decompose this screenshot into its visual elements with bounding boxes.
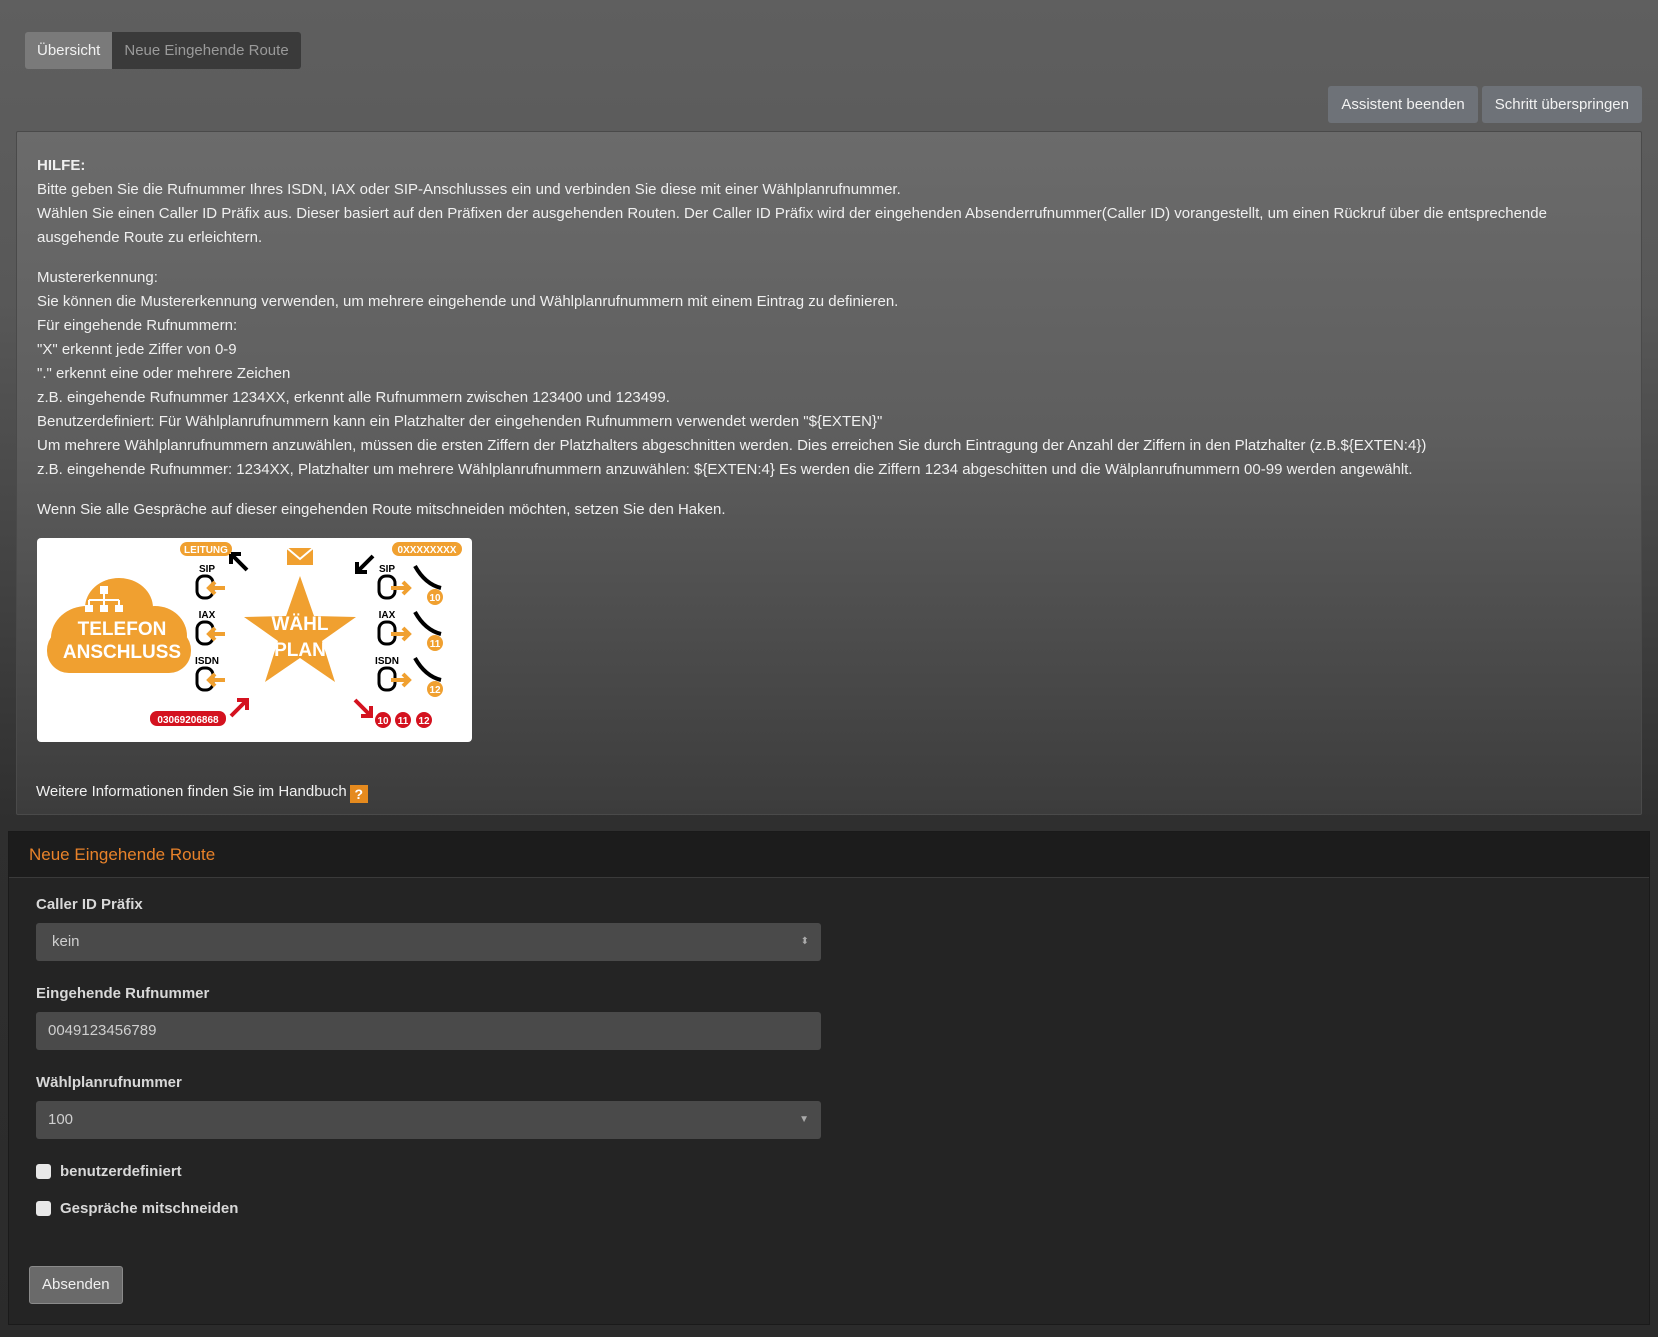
incoming-number-input[interactable]: 0049123456789 [36,1012,821,1050]
chevron-down-icon: ▼ [799,1114,809,1125]
star-label-1: WÄHL [272,614,329,635]
protocol-label: ISDN [195,656,219,667]
pattern-badge-label: 0XXXXXXXX [398,545,457,556]
number-badge-label: 03069206868 [157,715,219,726]
pattern-line: Um mehrere Wählplanrufnummern anzuwählen… [37,437,1427,454]
help-title: HILFE: [37,157,86,174]
help-panel: HILFE: Bitte geben Sie die Rufnummer Ihr… [16,131,1642,815]
record-checkbox[interactable] [36,1201,51,1216]
svg-text:11: 11 [398,716,409,727]
svg-text:11: 11 [430,639,441,650]
arrow-down-right-icon [353,698,373,718]
leitung-label: LEITUNG [184,545,228,556]
help-intro-line: Bitte geben Sie die Rufnummer Ihres ISDN… [37,181,901,198]
tab-overview[interactable]: Übersicht [25,32,113,69]
envelope-icon [286,547,314,565]
incoming-number-placeholder: 0049123456789 [48,1022,157,1039]
protocol-label: IAX [379,610,396,621]
help-intro-line: Wählen Sie einen Caller ID Präfix aus. D… [37,205,1547,246]
record-checkbox-label: Gespräche mitschneiden [60,1200,239,1217]
protocol-label: IAX [199,610,216,621]
sort-caret-icon: ⬍ [800,936,809,947]
protocol-label: SIP [199,564,215,575]
svg-text:10: 10 [377,716,389,727]
form-title: Neue Eingehende Route [9,832,1649,878]
form-body: Caller ID Präfix kein ⬍ Eingehende Rufnu… [9,878,1649,1255]
pattern-line: z.B. eingehende Rufnummer: 1234XX, Platz… [37,461,1413,478]
right-plugs: SIP 10 IAX 11 ISDN 12 [375,564,443,697]
dialplan-number-value: 100 [48,1111,74,1128]
help-manual-icon[interactable]: ? [349,785,368,803]
phone-icon [413,610,442,636]
extension-badges: 10 11 12 [375,712,432,728]
record-note: Wenn Sie alle Gespräche auf dieser einge… [37,501,726,518]
pattern-line: "X" erkennt jede Ziffer von 0-9 [37,341,237,358]
arrow-up-right-icon [229,698,249,718]
submit-button[interactable]: Absenden [29,1266,123,1304]
tab-new-incoming-route[interactable]: Neue Eingehende Route [112,32,301,69]
manual-text: Weitere Informationen finden Sie im Hand… [36,783,347,800]
tab-bar: Übersicht Neue Eingehende Route [25,32,301,69]
svg-text:12: 12 [418,716,430,727]
pattern-line: z.B. eingehende Rufnummer 1234XX, erkenn… [37,389,670,406]
skip-step-button[interactable]: Schritt überspringen [1481,86,1642,123]
pattern-line: Sie können die Mustererkennung verwenden… [37,293,899,310]
new-route-form-panel: Neue Eingehende Route Caller ID Präfix k… [8,831,1650,1325]
pattern-line: Benutzerdefiniert: Für Wählplanrufnummer… [37,413,883,430]
dialplan-number-label: Wählplanrufnummer [36,1074,182,1091]
wizard-buttons: Assistent beenden Schritt überspringen [1328,86,1642,123]
phone-icon [413,656,442,682]
custom-checkbox-row[interactable]: benutzerdefiniert [36,1163,1622,1180]
left-plugs: SIP IAX ISDN [195,564,225,692]
dialplan-number-select[interactable]: 100 ▼ [36,1101,821,1139]
incoming-number-label: Eingehende Rufnummer [36,985,210,1002]
manual-hint: Weitere Informationen finden Sie im Hand… [36,780,368,804]
pattern-heading: Mustererkennung: [37,269,158,286]
cloud-label-1: TELEFON [78,619,167,640]
star-label-2: PLAN [274,640,326,661]
svg-text:12: 12 [429,685,441,696]
pattern-line: "." erkennt eine oder mehrere Zeichen [37,365,291,382]
protocol-label: SIP [379,564,395,575]
protocol-label: ISDN [375,656,399,667]
finish-wizard-button[interactable]: Assistent beenden [1328,86,1478,123]
custom-checkbox-label: benutzerdefiniert [60,1163,182,1180]
phone-icon [413,564,442,590]
caller-id-value: kein [52,933,80,950]
svg-text:10: 10 [429,593,441,604]
custom-checkbox[interactable] [36,1164,51,1179]
caller-id-select[interactable]: kein ⬍ [36,923,821,961]
cloud-label-2: ANSCHLUSS [63,642,181,663]
arrow-up-left-icon [229,552,249,572]
pattern-line: Für eingehende Rufnummern: [37,317,238,334]
routing-diagram-svg: TELEFON ANSCHLUSS LEITUNG SIP IAX ISDN 0… [47,542,462,728]
routing-diagram: TELEFON ANSCHLUSS LEITUNG SIP IAX ISDN 0… [37,538,472,742]
caller-id-label: Caller ID Präfix [36,896,143,913]
record-checkbox-row[interactable]: Gespräche mitschneiden [36,1200,1622,1217]
arrow-down-left-icon [355,554,375,574]
